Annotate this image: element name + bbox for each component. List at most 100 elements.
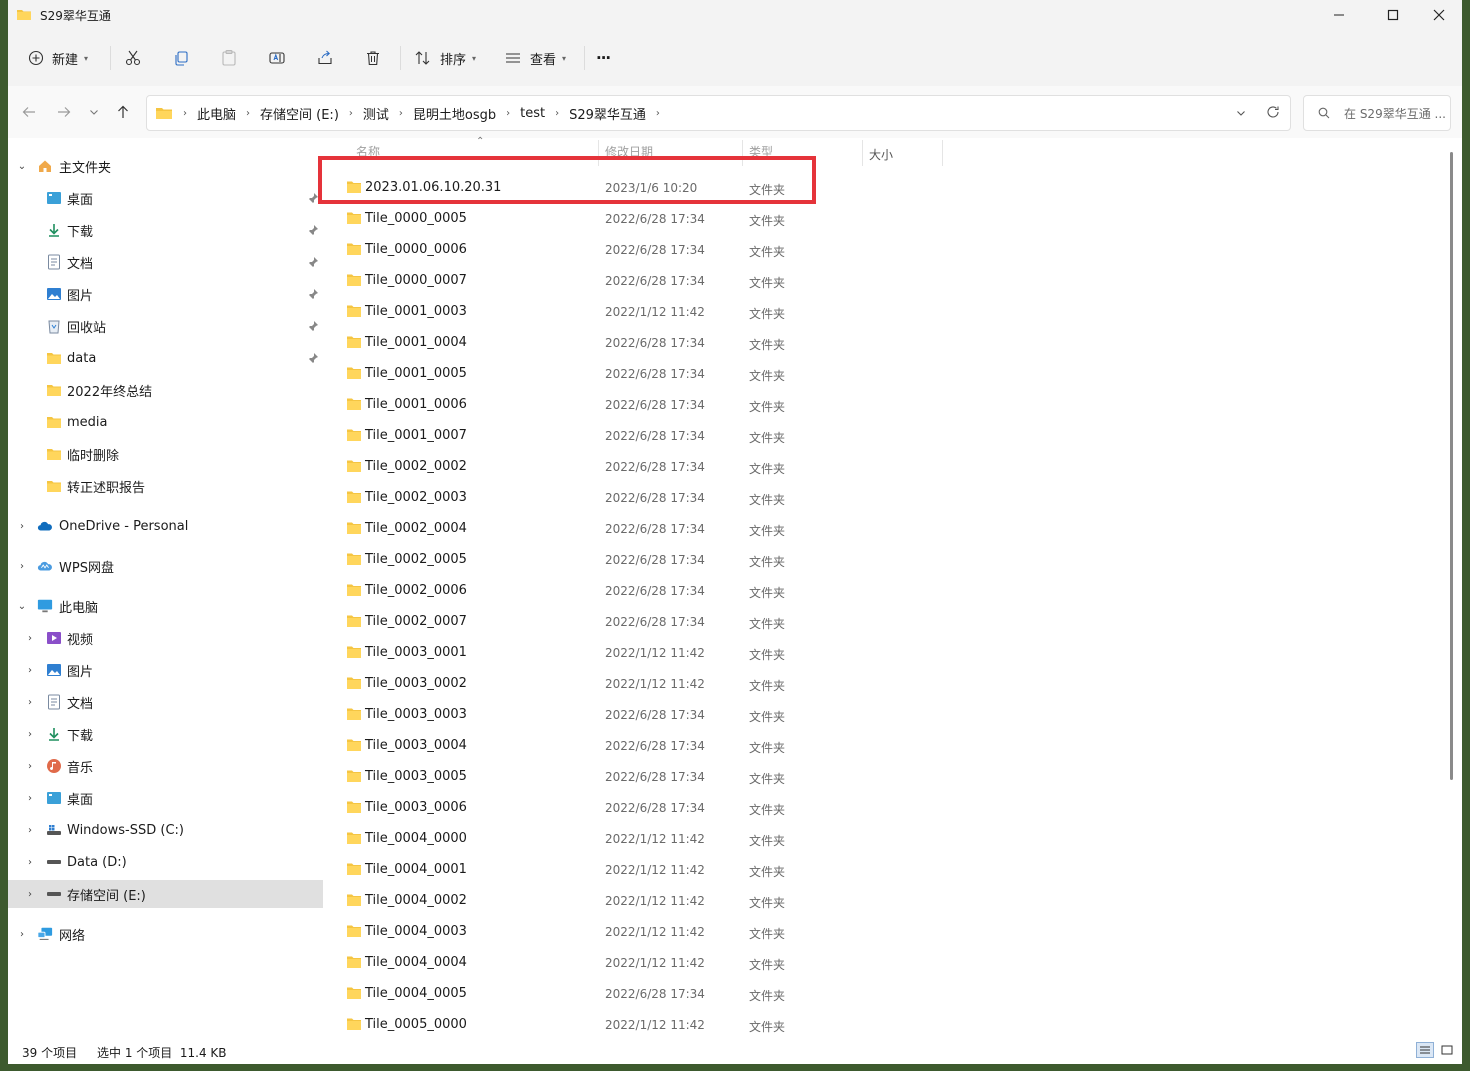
sort-button[interactable]: 排序 ▾: [414, 44, 476, 72]
file-row[interactable]: Tile_0001_0005 2022/6/28 17:34 文件夹: [326, 358, 1446, 389]
search-box[interactable]: 在 S29翠华互通 ...: [1303, 95, 1451, 131]
chevron-right-icon[interactable]: ›: [24, 729, 36, 740]
paste-button[interactable]: [220, 44, 238, 72]
sidebar-item-temp-delete[interactable]: 临时删除: [8, 440, 323, 468]
chevron-right-icon[interactable]: ›: [24, 697, 36, 708]
up-button[interactable]: [111, 100, 135, 124]
file-row[interactable]: Tile_0004_0000 2022/1/12 11:42 文件夹: [326, 823, 1446, 854]
sidebar-item-2022-summary[interactable]: 2022年终总结: [8, 376, 323, 404]
file-row[interactable]: Tile_0001_0007 2022/6/28 17:34 文件夹: [326, 420, 1446, 451]
file-row[interactable]: Tile_0003_0005 2022/6/28 17:34 文件夹: [326, 761, 1446, 792]
column-divider[interactable]: [862, 140, 863, 166]
large-icons-view-button[interactable]: [1438, 1042, 1456, 1058]
file-row[interactable]: Tile_0000_0007 2022/6/28 17:34 文件夹: [326, 265, 1446, 296]
breadcrumb-test[interactable]: test: [520, 106, 545, 121]
sidebar-item-drive-e[interactable]: › 存储空间 (E:): [8, 880, 323, 908]
sidebar-item-pc-pictures[interactable]: › 图片: [8, 656, 323, 684]
file-row[interactable]: Tile_0004_0001 2022/1/12 11:42 文件夹: [326, 854, 1446, 885]
sidebar-item-pc-desktop[interactable]: › 桌面: [8, 784, 323, 812]
sidebar-item-drive-d[interactable]: › Data (D:): [8, 848, 323, 876]
vertical-scrollbar[interactable]: [1450, 152, 1453, 780]
file-row[interactable]: Tile_0003_0004 2022/6/28 17:34 文件夹: [326, 730, 1446, 761]
chevron-down-icon[interactable]: ⌄: [16, 601, 28, 612]
file-row[interactable]: Tile_0000_0005 2022/6/28 17:34 文件夹: [326, 203, 1446, 234]
minimize-button[interactable]: [1316, 0, 1362, 30]
back-button[interactable]: [17, 100, 41, 124]
chevron-right-icon[interactable]: ›: [24, 793, 36, 804]
refresh-button[interactable]: [1266, 105, 1280, 123]
file-row[interactable]: Tile_0003_0002 2022/1/12 11:42 文件夹: [326, 668, 1446, 699]
chevron-right-icon[interactable]: ›: [24, 633, 36, 644]
cut-button[interactable]: [124, 44, 142, 72]
file-row[interactable]: Tile_0004_0002 2022/1/12 11:42 文件夹: [326, 885, 1446, 916]
file-row[interactable]: Tile_0002_0007 2022/6/28 17:34 文件夹: [326, 606, 1446, 637]
breadcrumb-current[interactable]: S29翠华互通: [569, 104, 646, 123]
column-divider[interactable]: [742, 140, 743, 166]
close-button[interactable]: [1416, 0, 1462, 30]
breadcrumb-kunming[interactable]: 昆明土地osgb: [413, 104, 496, 123]
file-row[interactable]: Tile_0003_0003 2022/6/28 17:34 文件夹: [326, 699, 1446, 730]
address-history-button[interactable]: [1236, 107, 1246, 122]
column-header-size[interactable]: 大小: [869, 140, 893, 168]
sidebar-item-documents[interactable]: 文档: [8, 248, 323, 276]
recent-locations-button[interactable]: [82, 100, 106, 124]
sidebar-item-onedrive[interactable]: › OneDrive - Personal: [8, 512, 323, 540]
file-row[interactable]: Tile_0003_0006 2022/6/28 17:34 文件夹: [326, 792, 1446, 823]
forward-button[interactable]: [52, 100, 76, 124]
chevron-right-icon[interactable]: ›: [16, 561, 28, 572]
file-row[interactable]: 2023.01.06.10.20.31 2023/1/6 10:20 文件夹: [326, 172, 1446, 203]
sidebar-item-videos[interactable]: › 视频: [8, 624, 323, 652]
chevron-down-icon[interactable]: ⌄: [16, 161, 28, 172]
sidebar-item-drive-c[interactable]: › Windows-SSD (C:): [8, 816, 323, 844]
column-header-date[interactable]: 修改日期: [605, 138, 653, 160]
view-button[interactable]: 查看 ▾: [504, 44, 566, 72]
file-row[interactable]: Tile_0001_0004 2022/6/28 17:34 文件夹: [326, 327, 1446, 358]
sidebar-item-pictures[interactable]: 图片: [8, 280, 323, 308]
chevron-right-icon[interactable]: ›: [24, 889, 36, 900]
copy-button[interactable]: [172, 44, 190, 72]
more-options-button[interactable]: ···: [596, 44, 611, 72]
file-row[interactable]: Tile_0004_0004 2022/1/12 11:42 文件夹: [326, 947, 1446, 978]
sidebar-item-downloads[interactable]: 下载: [8, 216, 323, 244]
sidebar-item-desktop[interactable]: 桌面: [8, 184, 323, 212]
breadcrumb-drive-e[interactable]: 存储空间 (E:): [260, 104, 339, 123]
file-row[interactable]: Tile_0001_0003 2022/1/12 11:42 文件夹: [326, 296, 1446, 327]
column-divider[interactable]: [942, 140, 943, 166]
share-button[interactable]: [316, 44, 334, 72]
sidebar-item-music[interactable]: › 音乐: [8, 752, 323, 780]
file-row[interactable]: Tile_0002_0002 2022/6/28 17:34 文件夹: [326, 451, 1446, 482]
chevron-right-icon[interactable]: ›: [24, 761, 36, 772]
file-row[interactable]: Tile_0002_0005 2022/6/28 17:34 文件夹: [326, 544, 1446, 575]
file-row[interactable]: Tile_0002_0003 2022/6/28 17:34 文件夹: [326, 482, 1446, 513]
address-bar[interactable]: › 此电脑 › 存储空间 (E:) › 测试 › 昆明土地osgb › test…: [146, 95, 1291, 131]
breadcrumb-this-pc[interactable]: 此电脑: [197, 104, 236, 123]
new-button[interactable]: 新建 ▾: [28, 44, 88, 72]
file-row[interactable]: Tile_0004_0003 2022/1/12 11:42 文件夹: [326, 916, 1446, 947]
sidebar-item-wps[interactable]: › WPS网盘: [8, 552, 323, 580]
delete-button[interactable]: [364, 44, 382, 72]
breadcrumb-test-cn[interactable]: 测试: [363, 104, 389, 123]
chevron-right-icon[interactable]: ›: [16, 521, 28, 532]
chevron-right-icon[interactable]: ›: [24, 665, 36, 676]
column-header-type[interactable]: 类型: [749, 138, 773, 160]
maximize-button[interactable]: [1370, 0, 1416, 30]
file-row[interactable]: Tile_0002_0004 2022/6/28 17:34 文件夹: [326, 513, 1446, 544]
file-row[interactable]: Tile_0002_0006 2022/6/28 17:34 文件夹: [326, 575, 1446, 606]
chevron-right-icon[interactable]: ›: [24, 825, 36, 836]
file-row[interactable]: Tile_0001_0006 2022/6/28 17:34 文件夹: [326, 389, 1446, 420]
sidebar-item-home[interactable]: ⌄ 主文件夹: [8, 152, 323, 180]
file-row[interactable]: Tile_0003_0001 2022/1/12 11:42 文件夹: [326, 637, 1446, 668]
sidebar-item-media[interactable]: media: [8, 408, 323, 436]
column-header-name[interactable]: 名称: [356, 138, 380, 160]
sidebar-item-recycle-bin[interactable]: 回收站: [8, 312, 323, 340]
details-view-button[interactable]: [1416, 1042, 1434, 1058]
rename-button[interactable]: [268, 44, 286, 72]
chevron-right-icon[interactable]: ›: [24, 857, 36, 868]
file-row[interactable]: Tile_0004_0005 2022/6/28 17:34 文件夹: [326, 978, 1446, 1009]
sidebar-item-network[interactable]: › 网络: [8, 920, 323, 948]
column-divider[interactable]: [598, 140, 599, 166]
sidebar-item-report[interactable]: 转正述职报告: [8, 472, 323, 500]
sidebar-item-this-pc[interactable]: ⌄ 此电脑: [8, 592, 323, 620]
sidebar-item-data[interactable]: data: [8, 344, 323, 372]
file-row[interactable]: Tile_0000_0006 2022/6/28 17:34 文件夹: [326, 234, 1446, 265]
